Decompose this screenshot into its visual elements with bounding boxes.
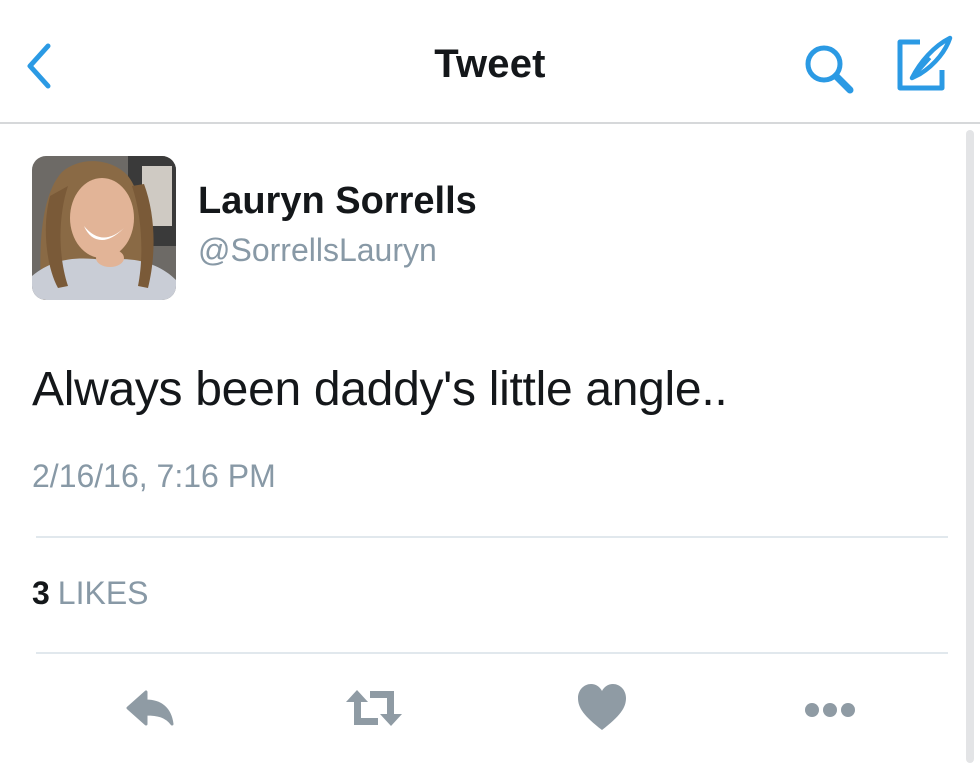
more-icon [805, 703, 855, 717]
user-handle[interactable]: @SorrellsLauryn [198, 232, 437, 269]
compose-icon [897, 35, 953, 91]
tweet-text: Always been daddy's little angle.. [32, 363, 728, 416]
avatar[interactable] [32, 156, 176, 300]
search-icon [805, 45, 854, 94]
display-name[interactable]: Lauryn Sorrells [198, 180, 477, 223]
reply-icon [126, 690, 174, 726]
like-button[interactable] [570, 678, 634, 738]
likes-count: 3 [32, 575, 50, 611]
search-button[interactable] [800, 40, 860, 100]
reply-button[interactable] [118, 678, 182, 738]
more-options-button[interactable] [798, 678, 862, 738]
tweet-timestamp: 2/16/16, 7:16 PM [32, 458, 276, 494]
navigation-bar: Tweet [0, 0, 980, 124]
scrollbar[interactable] [966, 130, 974, 763]
profile-photo [32, 156, 176, 300]
retweet-button[interactable] [342, 678, 406, 738]
divider [36, 652, 948, 654]
divider [36, 536, 948, 538]
likes-label: LIKES [57, 575, 149, 611]
likes-stat[interactable]: 3 LIKES [32, 575, 149, 612]
compose-tweet-button[interactable] [890, 34, 956, 96]
retweet-icon [346, 690, 402, 726]
like-icon [578, 684, 626, 730]
